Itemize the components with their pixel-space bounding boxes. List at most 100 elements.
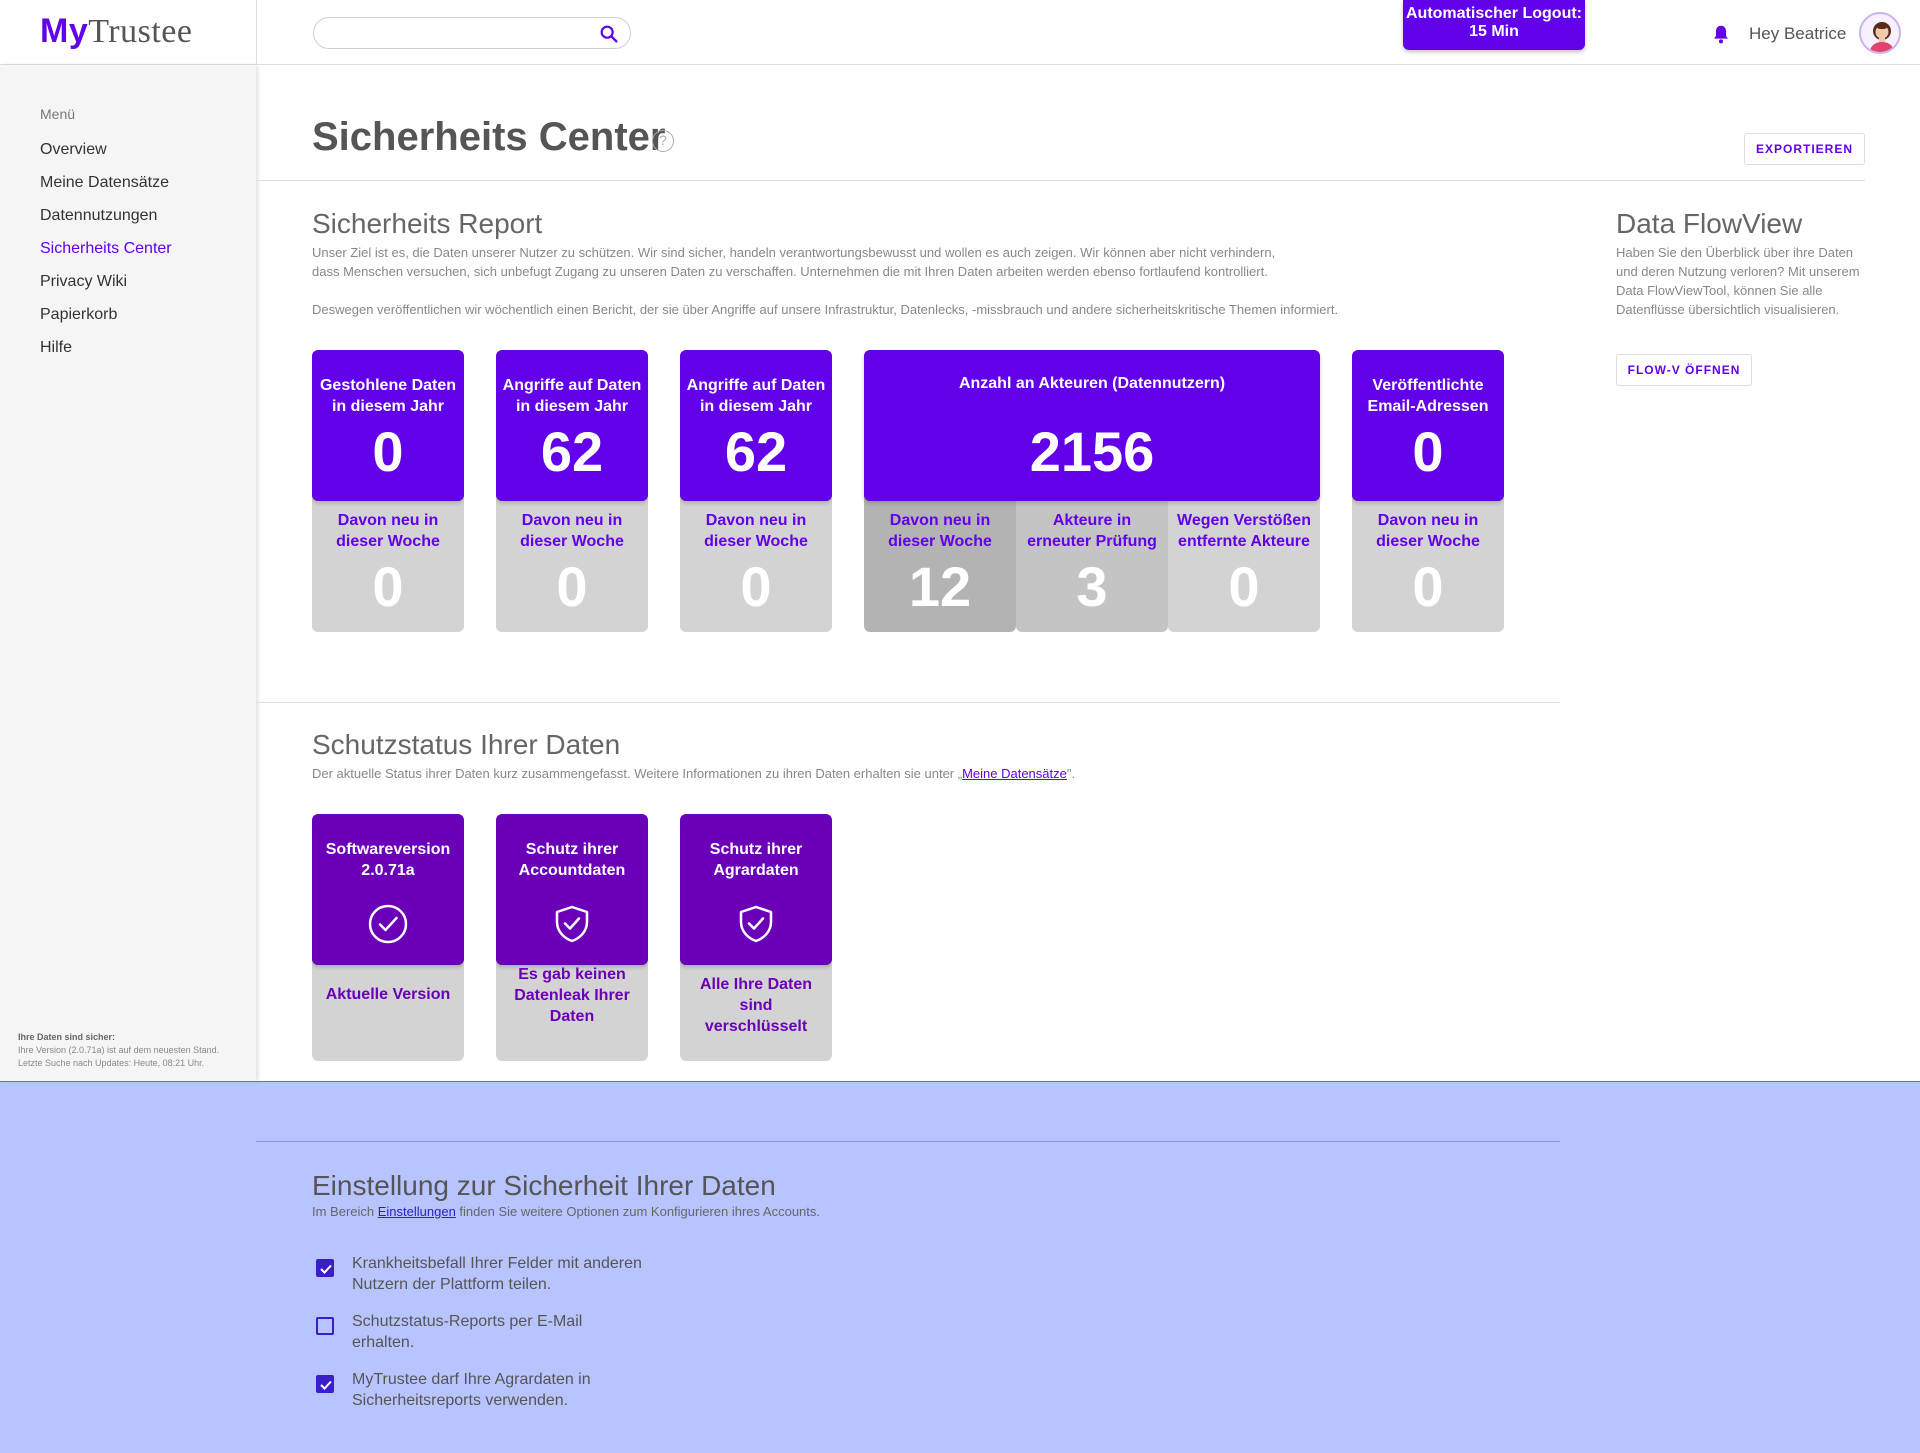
status-label: Schutz ihrer Accountdaten: [496, 839, 648, 881]
actors-sub-value: 0: [1228, 555, 1260, 618]
avatar[interactable]: [1859, 12, 1901, 54]
user-greeting[interactable]: Hey Beatrice: [1749, 24, 1846, 44]
flowview-open-button[interactable]: FLOW-V ÖFFNEN: [1616, 354, 1752, 386]
sidebar-item-datennutzungen[interactable]: Datennutzungen: [40, 207, 157, 225]
stat-label-line1: Angriffe auf Daten: [686, 377, 826, 394]
stat-label: Gestohlene Daten in diesem Jahr: [312, 375, 464, 417]
stat-value: 62: [724, 420, 788, 483]
stat-value: 0: [1412, 420, 1444, 483]
actors-sub-value: 3: [1076, 555, 1108, 618]
help-icon[interactable]: ?: [652, 130, 674, 152]
status-sub-label: Aktuelle Version: [325, 986, 451, 1003]
top-bar: MyTrustee Automatischer Logout: 15 Min H…: [0, 0, 1920, 65]
settings-description: Im Bereich Einstellungen finden Sie weit…: [312, 1204, 820, 1219]
sidebar-item-hilfe[interactable]: Hilfe: [40, 339, 72, 357]
status-card-top: Softwareversion 2.0.71a: [312, 814, 464, 965]
status-label-line1: Schutz ihrer: [525, 841, 619, 858]
status-label: Schutz ihrer Agrardaten: [680, 839, 832, 881]
check-circle-icon: [368, 904, 408, 944]
sidebar-item-privacy-wiki[interactable]: Privacy Wiki: [40, 273, 127, 291]
sidebar-item-overview[interactable]: Overview: [40, 141, 107, 159]
divider: [256, 180, 1865, 181]
stat-sub-label-line1: Davon neu in: [705, 512, 807, 529]
actors-sub-label-line1: Wegen Verstößen: [1177, 512, 1311, 529]
auto-logout-badge[interactable]: Automatischer Logout: 15 Min: [1403, 0, 1585, 50]
status-label-line2: Accountdaten: [518, 862, 626, 879]
stat-label-line2: in diesem Jahr: [331, 398, 445, 415]
checkbox-label: Krankheitsbefall Ihrer Felder mit andere…: [352, 1255, 642, 1293]
actors-sub-label-line2: entfernte Akteure: [1178, 533, 1310, 550]
status-label-line1: Softwareversion: [325, 841, 451, 858]
check-icon: [320, 1264, 332, 1274]
stat-sub-label: Davon neu in dieser Woche: [312, 510, 464, 552]
stat-sub-value: 0: [1412, 555, 1444, 618]
actors-sub-label-line2: erneuter Prüfung: [1027, 533, 1157, 550]
status-card-account: Schutz ihrer Accountdaten Es gab keinen D…: [496, 814, 648, 1061]
stat-card-top: Veröffentlichte Email-Adressen 0: [1352, 350, 1504, 501]
status-sub-label: Es gab keinen Datenleak Ihrer Daten: [514, 966, 630, 1025]
stat-label: Veröffentlichte Email-Adressen: [1352, 375, 1504, 417]
actors-top: Anzahl an Akteuren (Datennutzern) 2156: [864, 350, 1320, 501]
actors-sub-label: Wegen Verstößen entfernte Akteure: [1168, 510, 1320, 552]
status-label-line1: Schutz ihrer: [709, 841, 803, 858]
report-description-2: Deswegen veröffentlichen wir wöchentlich…: [312, 302, 1339, 317]
search-icon[interactable]: [598, 23, 620, 45]
stat-sub-label-line2: dieser Woche: [1376, 533, 1480, 550]
status-label-line2: Agrardaten: [713, 862, 799, 879]
settings-text-before: Im Bereich: [312, 1204, 378, 1219]
auto-logout-label: Automatischer Logout:: [1406, 5, 1582, 22]
sidebar-item-papierkorb[interactable]: Papierkorb: [40, 306, 117, 324]
actors-sub-label-line1: Davon neu in: [889, 512, 991, 529]
flowview-title: Data FlowView: [1616, 208, 1803, 239]
actors-sub-value: 12: [908, 555, 972, 618]
actors-sub-new: Davon neu in dieser Woche 12: [864, 490, 1016, 632]
stat-label: Angriffe auf Daten in diesem Jahr: [496, 375, 648, 417]
stat-value: 0: [372, 420, 404, 483]
search-bar[interactable]: [313, 17, 631, 49]
protection-title: Schutzstatus Ihrer Daten: [312, 729, 621, 760]
auto-logout-time: 15 Min: [1469, 23, 1519, 40]
logo-my: My: [40, 12, 89, 50]
logo[interactable]: MyTrustee: [40, 12, 193, 51]
stat-card-top: Gestohlene Daten in diesem Jahr 0: [312, 350, 464, 501]
report-desc-line1: Unser Ziel ist es, die Daten unserer Nut…: [312, 245, 1276, 260]
check-icon: [320, 1380, 332, 1390]
logo-trustee: Trustee: [88, 13, 193, 50]
stat-sub-label: Davon neu in dieser Woche: [496, 510, 648, 552]
status-card-top: Schutz ihrer Agrardaten: [680, 814, 832, 965]
sidebar-item-meine-datensaetze[interactable]: Meine Datensätze: [40, 174, 169, 192]
bell-icon[interactable]: [1710, 22, 1732, 46]
checkbox-agrar-reports[interactable]: [316, 1375, 334, 1393]
sidebar-item-sicherheits-center[interactable]: Sicherheits Center: [40, 240, 172, 258]
stat-card-actors: Davon neu in dieser Woche 12 Akteure in er…: [864, 350, 1320, 632]
status-card-agrar: Schutz ihrer Agrardaten Alle Ihre Daten s…: [680, 814, 832, 1061]
stat-card-emails: Veröffentlichte Email-Adressen 0 Davon ne…: [1352, 350, 1504, 632]
stat-card-attacks: Angriffe auf Daten in diesem Jahr 62 Davo…: [496, 350, 648, 632]
export-button[interactable]: EXPORTIEREN: [1744, 133, 1865, 165]
checkbox-label: MyTrustee darf Ihre Agrardaten in Sicher…: [352, 1371, 591, 1409]
meine-datensaetze-link[interactable]: Meine Datensätze: [962, 766, 1067, 781]
status-label: Softwareversion 2.0.71a: [312, 839, 464, 881]
einstellungen-link[interactable]: Einstellungen: [378, 1204, 456, 1219]
version-info-line1: Ihre Version (2.0.71a) ist auf dem neues…: [18, 1045, 220, 1055]
shield-check-icon: [739, 905, 773, 943]
checkbox-email-reports[interactable]: [316, 1317, 334, 1335]
divider: [256, 0, 257, 65]
search-input[interactable]: [328, 18, 598, 48]
settings-text-after: finden Sie weitere Optionen zum Konfigur…: [455, 1204, 821, 1219]
stat-label-line2: Email-Adressen: [1367, 398, 1489, 415]
status-sub-label: Alle Ihre Daten sind verschlüsselt: [699, 976, 813, 1035]
checkbox-share-disease[interactable]: [316, 1259, 334, 1277]
stat-sub-label-line2: dieser Woche: [704, 533, 808, 550]
page-title: Sicherheits Center: [312, 115, 666, 159]
protection-description: Der aktuelle Status ihrer Daten kurz zus…: [312, 764, 1412, 783]
stat-sub-label-line1: Davon neu in: [337, 512, 439, 529]
stat-sub-value: 0: [740, 555, 772, 618]
stat-label-line1: Gestohlene Daten: [319, 377, 457, 394]
flowview-description: Haben Sie den Überblick über ihre Daten …: [1616, 245, 1860, 317]
actors-sub-removed: Wegen Verstößen entfernte Akteure 0: [1168, 490, 1320, 632]
status-card-software: Softwareversion 2.0.71a Aktuelle Version: [312, 814, 464, 1061]
stat-sub-label-line1: Davon neu in: [1377, 512, 1479, 529]
sidebar: Menü Overview Meine Datensätze Datennutz…: [0, 65, 256, 1081]
stat-sub-value: 0: [372, 555, 404, 618]
